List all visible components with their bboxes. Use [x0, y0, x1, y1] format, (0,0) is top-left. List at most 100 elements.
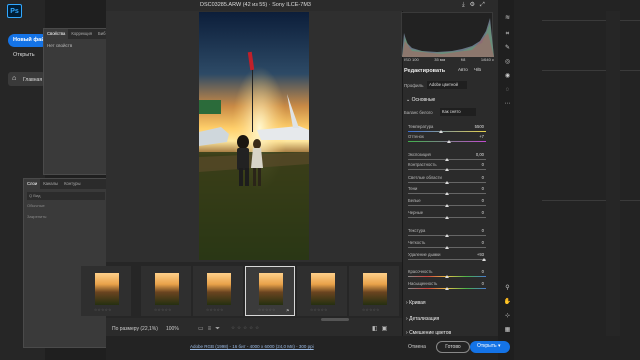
filmstrip-scrollbar[interactable]	[321, 318, 349, 321]
slider-knob[interactable]	[445, 204, 449, 207]
slider-value[interactable]: +7	[470, 134, 484, 139]
slider-value[interactable]: 0	[470, 210, 484, 215]
thumb-rating[interactable]: ☆☆☆☆☆	[94, 308, 112, 312]
slider-value[interactable]: 0	[470, 175, 484, 180]
tab-properties[interactable]: Свойства	[44, 29, 69, 39]
section-label: Кривая	[409, 300, 426, 306]
workflow-options-link[interactable]: Adobe RGB (1998) - 16 бит - 4000 x 6000 …	[190, 344, 314, 349]
slider-label: Тени	[408, 186, 418, 191]
filmstrip: ☆☆☆☆☆ ☆☆☆☆☆ ☆☆☆☆☆ ☆☆☆☆☆ ⚑ ☆☆☆☆☆ ☆☆☆☆☆	[81, 262, 402, 318]
slider-value[interactable]: 0	[470, 269, 484, 274]
bw-button[interactable]: Ч/Б	[474, 67, 481, 72]
acr-tool-strip	[606, 11, 620, 336]
wb-label: Баланс белого	[404, 110, 433, 115]
slider-knob[interactable]	[445, 234, 449, 237]
slider-knob[interactable]	[445, 216, 449, 219]
slider-value[interactable]: 0	[470, 281, 484, 286]
grid-tool-icon[interactable]: ▦	[503, 326, 512, 335]
photo-preview[interactable]	[199, 12, 309, 260]
slider-knob[interactable]	[447, 140, 451, 143]
ps-right-area	[514, 0, 640, 360]
gear-icon[interactable]: ⚙	[470, 2, 480, 8]
profile-select[interactable]: Adobe цветной	[427, 81, 467, 89]
slider-value[interactable]: 0	[470, 198, 484, 203]
filmstrip-thumb[interactable]: ☆☆☆☆☆	[141, 266, 191, 316]
slider-track[interactable]	[408, 131, 486, 132]
download-icon[interactable]: ⤓	[462, 2, 470, 8]
histogram-graph	[402, 18, 494, 57]
slider-value[interactable]: 0,00	[470, 152, 484, 157]
edit-tool-icon[interactable]: ≋	[503, 14, 512, 23]
zoom-tool-icon[interactable]: ⚲	[503, 284, 512, 293]
compare-view-icon[interactable]: ◧	[372, 326, 382, 332]
slider-value[interactable]: 0	[470, 228, 484, 233]
tab-channels[interactable]: Каналы	[40, 179, 61, 189]
slider-value[interactable]: 0	[470, 186, 484, 191]
thumb-rating[interactable]: ☆☆☆☆☆	[310, 308, 328, 312]
slider-value[interactable]: 0	[470, 162, 484, 167]
hand-tool-icon[interactable]: ✋	[503, 298, 512, 307]
zoom-fit-select[interactable]: По размеру (22,1%)	[112, 326, 158, 332]
done-button[interactable]: Готово	[436, 341, 470, 353]
thumb-rating[interactable]: ☆☆☆☆☆	[206, 308, 224, 312]
layers-filter-input[interactable]: Q Вид	[27, 192, 105, 200]
sampler-tool-icon[interactable]: ⊹	[503, 312, 512, 321]
slider-value[interactable]: 5500	[470, 124, 484, 129]
thumb-image	[311, 273, 335, 305]
section-basic-header[interactable]: ⌄ Основные	[406, 97, 435, 103]
filmstrip-thumb[interactable]: ☆☆☆☆☆	[349, 266, 399, 316]
mask-tool-icon[interactable]: ◎	[503, 58, 512, 67]
panel-divider	[542, 70, 640, 71]
presets-tool-icon[interactable]: ◌	[503, 86, 512, 95]
slider-knob[interactable]	[445, 158, 449, 161]
auto-button[interactable]: Авто	[458, 67, 468, 72]
section-header[interactable]: › Смешение цветов	[406, 330, 451, 336]
photo-image	[199, 12, 309, 260]
slider-knob[interactable]	[445, 181, 449, 184]
thumb-image	[95, 273, 119, 305]
rating-stars[interactable]: ☆☆☆☆☆	[231, 325, 261, 331]
open-button[interactable]: Открыть	[13, 52, 35, 58]
tab-adjustments[interactable]: Коррекция	[68, 29, 95, 39]
slider-label: Насыщенность	[408, 281, 438, 286]
iso-value: ISO 100	[404, 57, 419, 62]
tab-layers[interactable]: Слои	[24, 179, 41, 189]
redeye-tool-icon[interactable]: ◉	[503, 72, 512, 81]
blend-mode-select[interactable]: Обычные	[27, 203, 45, 208]
layers-panel: Слои Каналы Контуры Q Вид Обычные Закреп…	[23, 178, 109, 348]
slider-knob[interactable]	[445, 275, 449, 278]
filmstrip-thumb[interactable]: ☆☆☆☆☆	[81, 266, 131, 316]
thumb-rating[interactable]: ☆☆☆☆☆	[154, 308, 172, 312]
aperture-value: f/8	[460, 57, 466, 62]
filter-icon[interactable]: ⏷	[215, 326, 224, 332]
crop-tool-icon[interactable]: ⌗	[503, 30, 512, 39]
filmstrip-toggle-icon[interactable]: ▭	[198, 326, 208, 332]
more-icon[interactable]: ⋯	[503, 100, 512, 109]
filmstrip-thumb-selected[interactable]: ☆☆☆☆☆ ⚑	[245, 266, 295, 316]
slider-knob[interactable]	[439, 130, 443, 133]
slider-value[interactable]: +93	[470, 252, 484, 257]
filmstrip-thumb[interactable]: ☆☆☆☆☆	[297, 266, 347, 316]
slider-knob[interactable]	[482, 258, 486, 261]
slider-knob[interactable]	[445, 246, 449, 249]
filmstrip-thumb[interactable]: ☆☆☆☆☆	[193, 266, 243, 316]
section-header[interactable]: › Кривая	[406, 300, 426, 306]
zoom-percent-select[interactable]: 100%	[166, 326, 179, 332]
before-after-icon[interactable]: ▣	[382, 326, 392, 332]
slider-knob[interactable]	[445, 287, 449, 290]
heal-tool-icon[interactable]: ✎	[503, 44, 512, 53]
slider-value[interactable]: 0	[470, 240, 484, 245]
open-image-button[interactable]: Открыть ▾	[470, 341, 510, 353]
wb-select[interactable]: Как снято	[440, 108, 476, 116]
slider-knob[interactable]	[445, 168, 449, 171]
slider-knob[interactable]	[445, 192, 449, 195]
thumb-rating[interactable]: ☆☆☆☆☆	[258, 308, 276, 312]
fullscreen-icon[interactable]: ⤢	[480, 2, 490, 8]
section-header[interactable]: › Детализация	[406, 316, 439, 322]
edited-icon: ⚑	[286, 308, 290, 313]
cancel-button[interactable]: Отмена	[408, 344, 426, 350]
tab-paths[interactable]: Контуры	[61, 179, 83, 189]
new-file-button[interactable]: Новый файл	[8, 34, 48, 47]
slider-track[interactable]	[408, 259, 486, 260]
thumb-rating[interactable]: ☆☆☆☆☆	[362, 308, 380, 312]
